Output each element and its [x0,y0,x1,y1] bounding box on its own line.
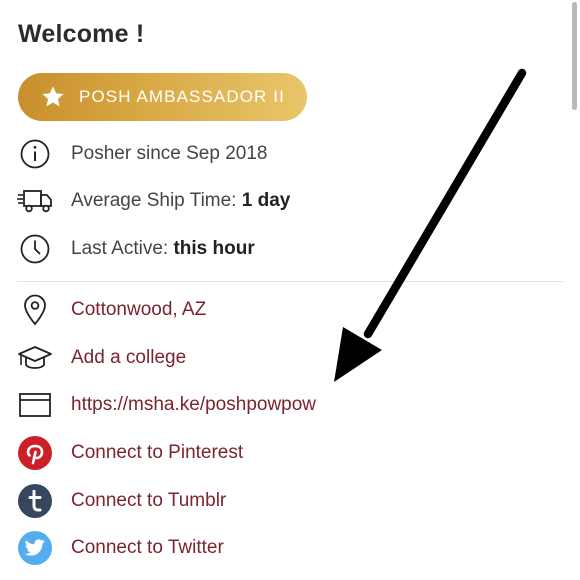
badge-label: POSH AMBASSADOR II [79,87,285,106]
ship-time-label: Average Ship Time: [71,190,242,211]
location-row[interactable]: Cottonwood, AZ [0,290,560,330]
ship-time-text: Average Ship Time: 1 day [71,190,290,212]
connect-pinterest-link[interactable]: Connect to Pinterest [71,442,243,464]
clock-icon [17,231,53,267]
website-row[interactable]: https://msha.ke/poshpowpow [0,385,560,425]
info-icon [17,136,53,172]
truck-icon [17,183,53,219]
page-title: Welcome ! [18,20,145,48]
connect-tumblr-link[interactable]: Connect to Tumblr [71,490,226,512]
add-college-link[interactable]: Add a college [71,347,186,369]
connect-twitter-link[interactable]: Connect to Twitter [71,537,224,559]
tumblr-row[interactable]: Connect to Tumblr [0,481,560,521]
tumblr-icon [17,483,53,519]
scrollbar-thumb[interactable] [572,2,577,110]
ship-time-row: Average Ship Time: 1 day [0,181,560,221]
pinterest-row[interactable]: Connect to Pinterest [0,433,560,473]
star-icon [42,86,64,107]
posher-since-text: Posher since Sep 2018 [71,143,268,164]
location-link[interactable]: Cottonwood, AZ [71,299,206,321]
ambassador-badge[interactable]: POSH AMBASSADOR II [18,73,307,121]
twitter-row[interactable]: Connect to Twitter [0,528,560,568]
graduation-cap-icon [17,340,53,376]
last-active-text: Last Active: this hour [71,238,255,260]
college-row[interactable]: Add a college [0,338,560,378]
last-active-label: Last Active: [71,238,174,259]
last-active-row: Last Active: this hour [0,229,560,269]
location-pin-icon [17,292,53,328]
section-divider [17,281,564,282]
twitter-icon [17,530,53,566]
last-active-value: this hour [173,238,255,259]
website-link[interactable]: https://msha.ke/poshpowpow [71,394,316,416]
browser-window-icon [17,387,53,423]
pinterest-icon [17,435,53,471]
ship-time-value: 1 day [241,190,291,211]
posher-since-row: Posher since Sep 2018 [0,134,560,174]
